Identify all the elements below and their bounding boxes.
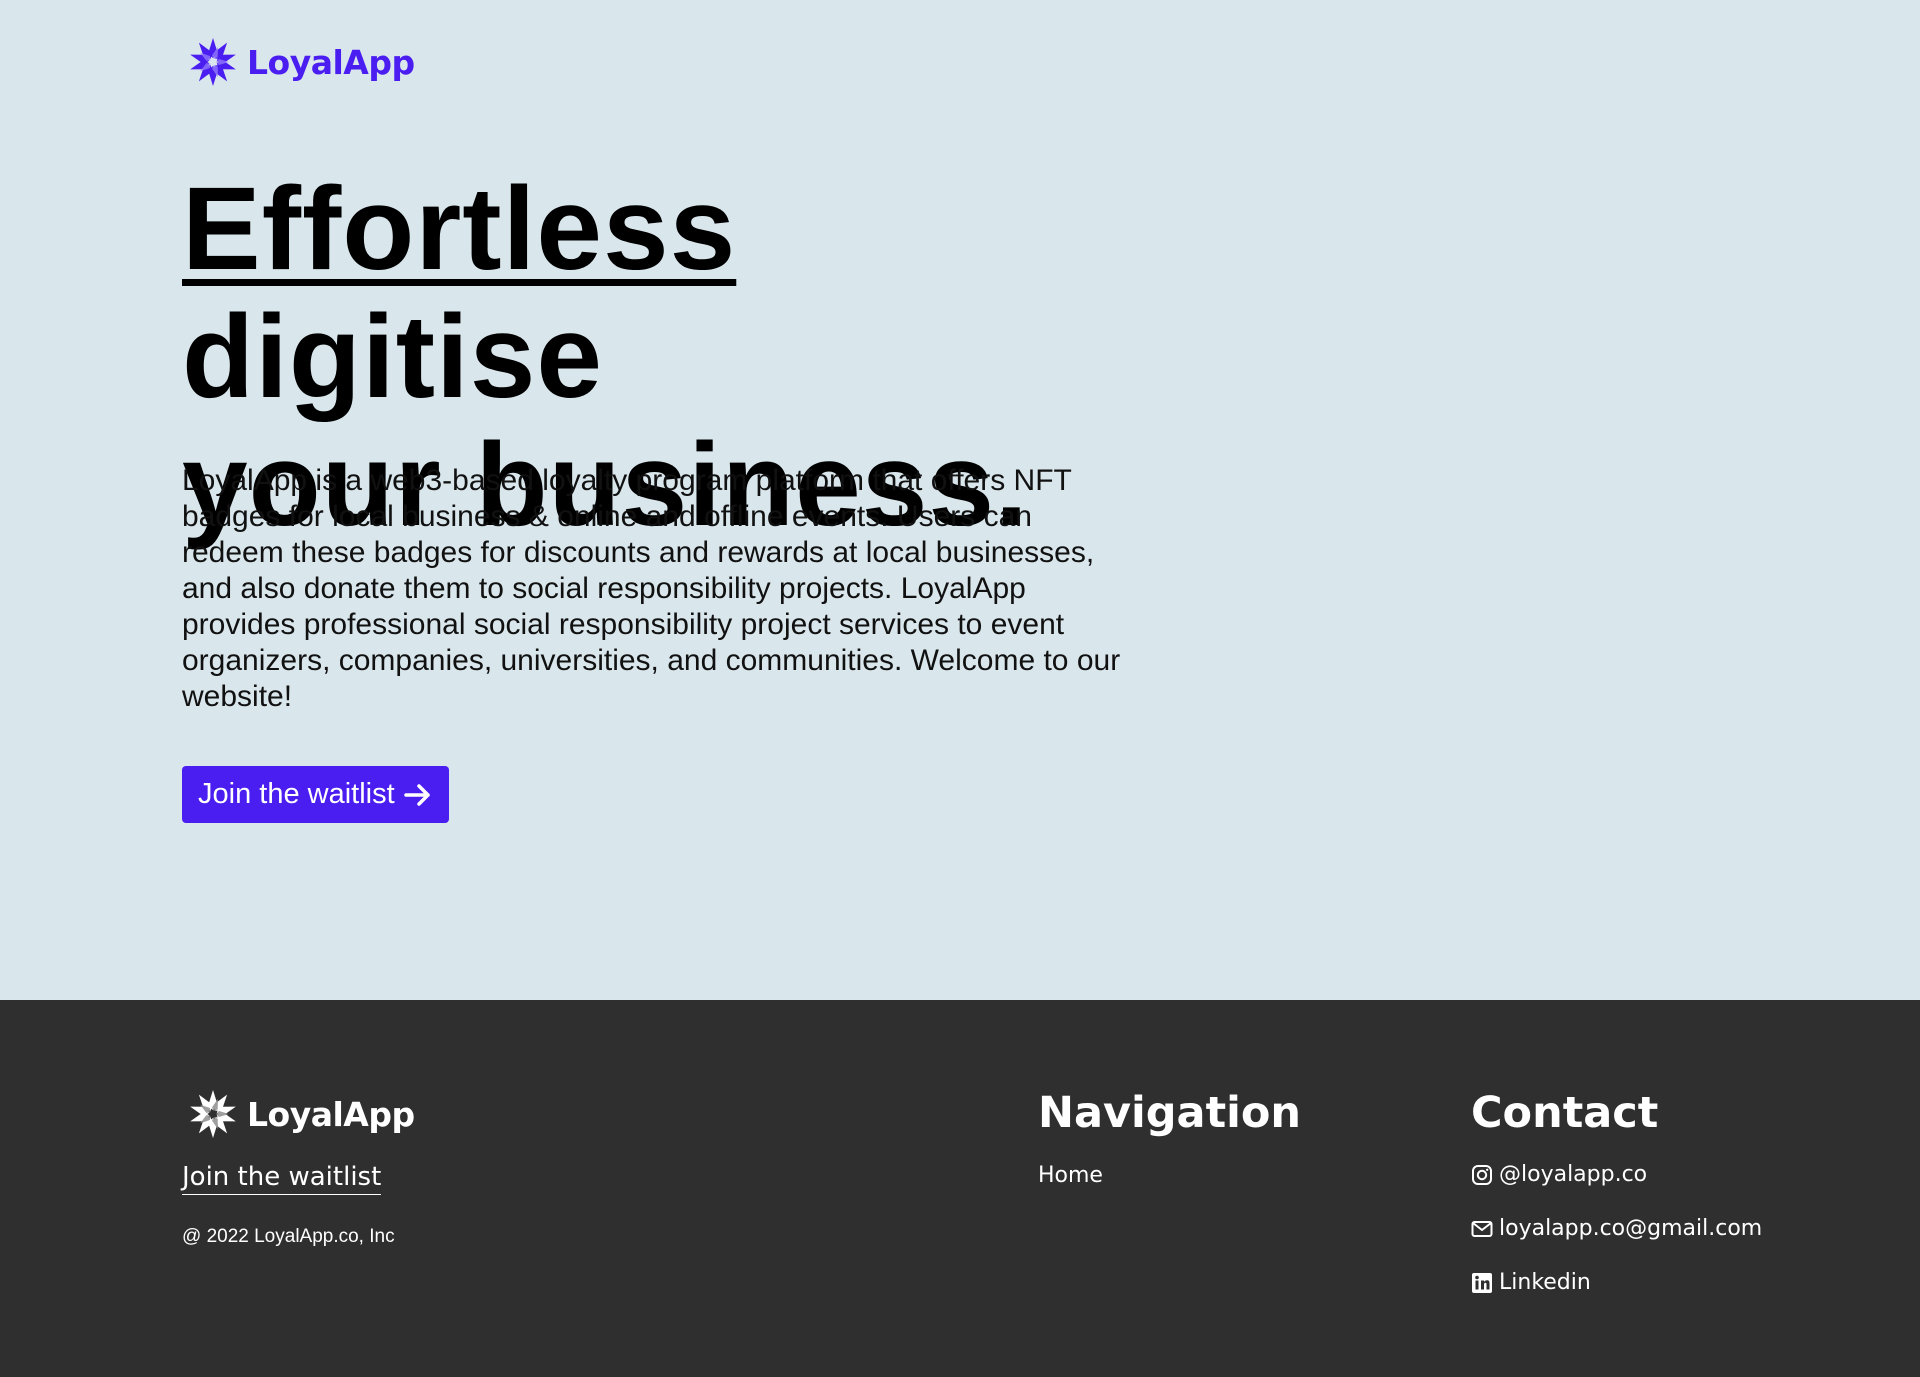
footer: LoyalApp Join the waitlist @ 2022 LoyalA… [0, 1000, 1920, 1377]
footer-logo[interactable]: LoyalApp [187, 1088, 415, 1140]
starburst-logo-icon [188, 38, 238, 86]
hero-section: LoyalApp Effortless digitise your busine… [0, 0, 1920, 1000]
linkedin-label: Linkedin [1499, 1270, 1591, 1295]
arrow-right-icon [403, 783, 430, 806]
nav-link-home[interactable]: Home [1038, 1163, 1103, 1188]
footer-join-waitlist-link[interactable]: Join the waitlist [182, 1162, 382, 1195]
instagram-handle: @loyalapp.co [1499, 1162, 1648, 1187]
email-address: loyalapp.co@gmail.com [1499, 1216, 1763, 1241]
brand-name: LoyalApp [247, 42, 415, 82]
join-waitlist-button[interactable]: Join the waitlist [182, 766, 449, 823]
contact-instagram-link[interactable]: @loyalapp.co [1471, 1162, 1647, 1187]
navigation-heading: Navigation [1038, 1088, 1302, 1138]
header-logo[interactable]: LoyalApp [187, 36, 415, 88]
footer-brand-name: LoyalApp [247, 1094, 415, 1134]
headline-underlined-word: Effortless [182, 163, 737, 295]
hero-description: LoyalApp is a web3-based loyalty program… [182, 464, 1121, 713]
envelope-icon [1471, 1220, 1493, 1237]
instagram-icon [1472, 1164, 1492, 1185]
contact-heading: Contact [1471, 1088, 1659, 1138]
starburst-logo-icon [190, 1090, 236, 1138]
join-waitlist-label: Join the waitlist [198, 778, 395, 810]
contact-email-link[interactable]: loyalapp.co@gmail.com [1471, 1216, 1762, 1241]
contact-linkedin-link[interactable]: Linkedin [1471, 1270, 1591, 1295]
copyright-text: @ 2022 LoyalApp.co, Inc [182, 1226, 395, 1247]
headline-line1-rest: digitise [182, 291, 604, 423]
linkedin-icon [1472, 1272, 1492, 1293]
